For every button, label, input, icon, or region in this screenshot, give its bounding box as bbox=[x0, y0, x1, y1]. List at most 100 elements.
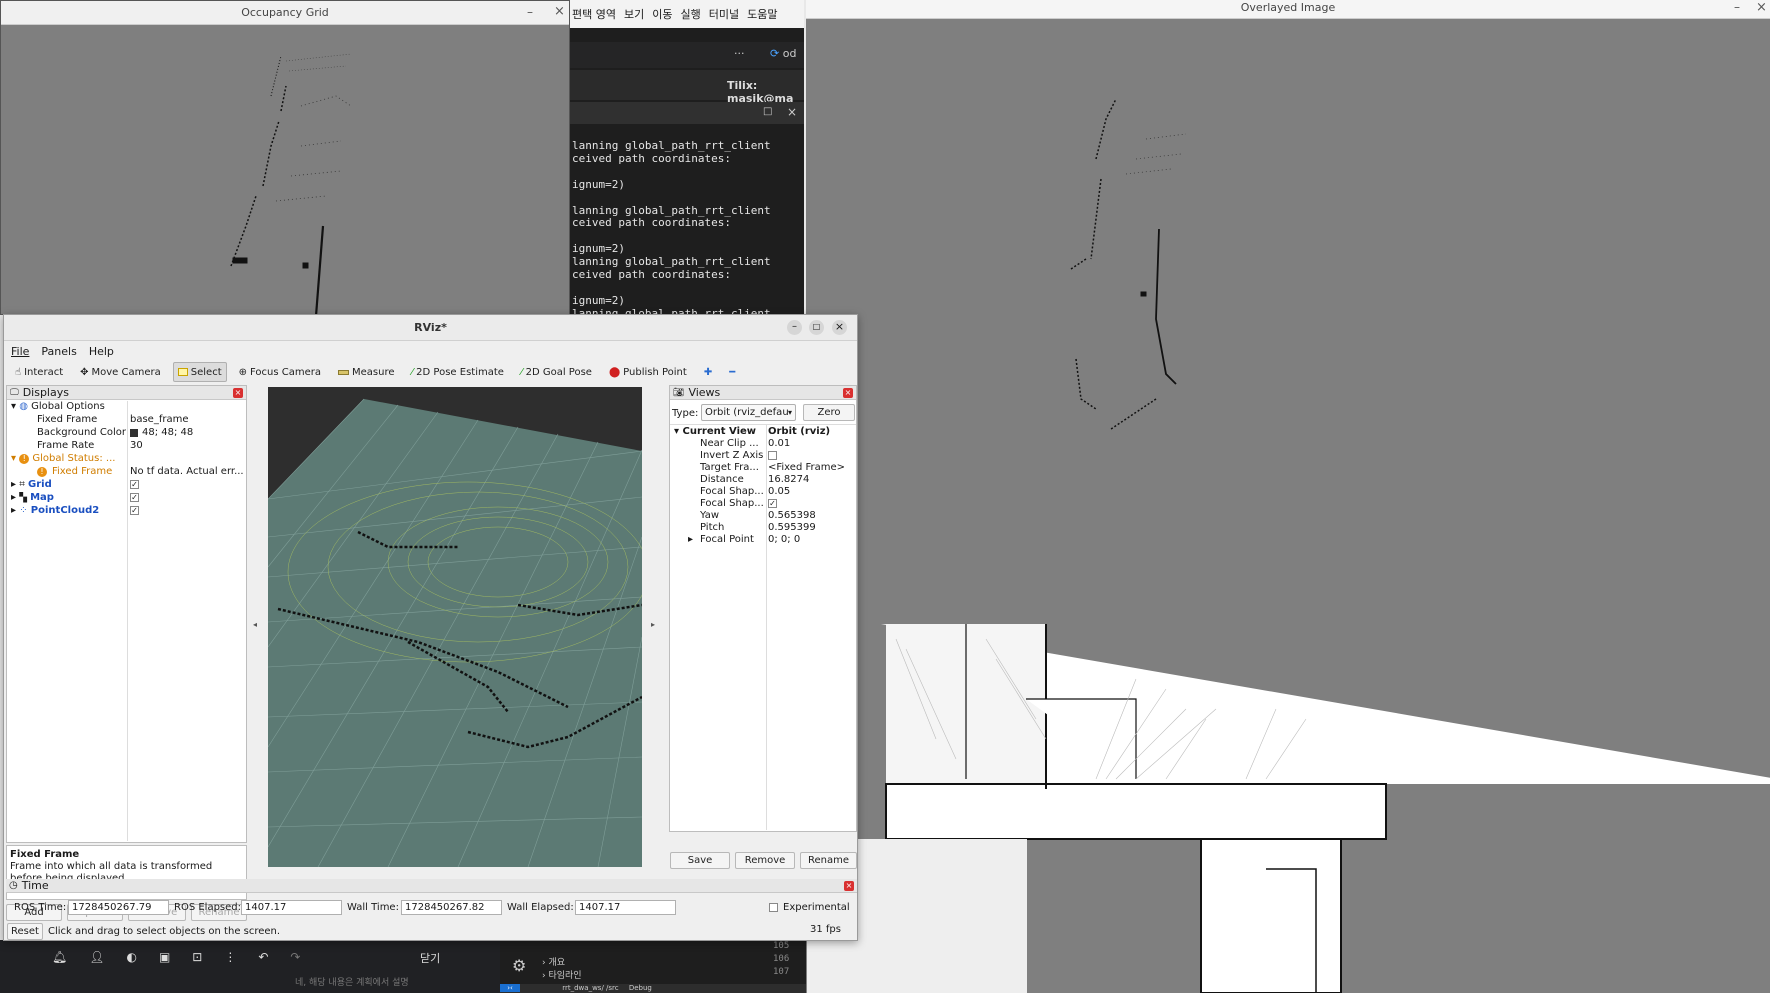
render-viewport[interactable] bbox=[268, 387, 642, 867]
row-value[interactable]: 48; 48; 48 bbox=[142, 427, 193, 439]
close-icon[interactable]: × bbox=[787, 105, 797, 119]
menu-item-run[interactable]: 실행 bbox=[680, 6, 700, 22]
tree-row-background-color[interactable]: Background Color 48; 48; 48 bbox=[7, 427, 246, 439]
close-button[interactable]: × bbox=[1756, 0, 1767, 15]
publish-point-tool[interactable]: ⬤ Publish Point bbox=[604, 362, 692, 382]
image-icon[interactable]: ▣ bbox=[159, 950, 170, 964]
row-value[interactable]: 16.8274 bbox=[768, 474, 809, 486]
redo-icon[interactable]: ↷ bbox=[290, 950, 300, 964]
overlay-titlebar[interactable]: Overlayed Image – × bbox=[806, 0, 1770, 19]
editor-tab[interactable]: ⟳ od bbox=[770, 47, 796, 60]
grid-checkbox[interactable]: ✓ bbox=[130, 480, 139, 489]
row-value[interactable]: <Fixed Frame> bbox=[768, 462, 845, 474]
collapse-left-icon[interactable]: ◂ bbox=[253, 620, 257, 629]
archive-icon[interactable]: ⊡ bbox=[192, 950, 202, 964]
invert-z-checkbox[interactable] bbox=[768, 451, 777, 460]
tree-row-global-status[interactable]: ▾ ! Global Status: ... bbox=[7, 453, 246, 465]
wall-time-field[interactable]: 1728450267.82 bbox=[401, 900, 502, 915]
tree-row-pitch[interactable]: Pitch 0.595399 bbox=[670, 522, 856, 534]
save-view-button[interactable]: Save bbox=[670, 852, 730, 869]
minimize-button[interactable]: – bbox=[787, 320, 802, 335]
menu-help[interactable]: Help bbox=[89, 345, 114, 358]
reset-button[interactable]: Reset bbox=[7, 923, 43, 940]
timeline-item[interactable]: › 타임라인 bbox=[542, 968, 582, 981]
row-value[interactable]: 0.595399 bbox=[768, 522, 816, 534]
tree-row-distance[interactable]: Distance 16.8274 bbox=[670, 474, 856, 486]
occupancy-titlebar[interactable]: Occupancy Grid – × bbox=[1, 1, 569, 25]
add-user-icon[interactable]: 👤︎ bbox=[89, 950, 104, 964]
close-panel-icon[interactable]: × bbox=[233, 387, 243, 398]
select-tool[interactable]: Select bbox=[172, 362, 227, 382]
close-panel-icon[interactable]: × bbox=[844, 880, 854, 891]
minimize-button[interactable]: – bbox=[1734, 0, 1740, 14]
interact-tool[interactable]: ☝ Interact bbox=[10, 362, 68, 382]
goal-pose-tool[interactable]: ⁄ 2D Goal Pose bbox=[516, 362, 597, 382]
row-value[interactable]: 30 bbox=[130, 440, 143, 452]
tree-row-map[interactable]: ▸ ▚ Map ✓ bbox=[7, 492, 246, 504]
more-actions-icon[interactable]: ··· bbox=[734, 47, 745, 60]
tree-row-target-frame[interactable]: Target Fra... <Fixed Frame> bbox=[670, 462, 856, 474]
branch-status[interactable]: rrt_dwa_ws/ /src bbox=[562, 984, 618, 992]
rename-view-button[interactable]: Rename bbox=[800, 852, 857, 869]
palette-icon[interactable]: ◐ bbox=[126, 950, 136, 964]
focal-shape-checkbox[interactable]: ✓ bbox=[768, 499, 777, 508]
remove-tool-button[interactable]: ━ bbox=[724, 362, 740, 382]
row-value[interactable]: 0.05 bbox=[768, 486, 790, 498]
close-note-button[interactable]: 닫기 bbox=[420, 950, 440, 966]
undo-icon[interactable]: ↶ bbox=[258, 950, 268, 964]
color-swatch[interactable] bbox=[130, 429, 138, 437]
menu-item-help[interactable]: 도움말 bbox=[747, 6, 777, 22]
tree-row-focal-point[interactable]: ▸ Focal Point 0; 0; 0 bbox=[670, 534, 856, 546]
remove-view-button[interactable]: Remove bbox=[735, 852, 795, 869]
remote-icon[interactable]: ›‹ bbox=[500, 984, 520, 992]
experimental-checkbox[interactable] bbox=[769, 903, 778, 912]
map-checkbox[interactable]: ✓ bbox=[130, 493, 139, 502]
collapse-right-icon[interactable]: ▸ bbox=[651, 620, 655, 629]
menu-panels[interactable]: Panels bbox=[41, 345, 76, 358]
maximize-icon[interactable]: □ bbox=[763, 106, 772, 117]
ros-elapsed-field[interactable]: 1407.17 bbox=[241, 900, 342, 915]
measure-tool[interactable]: Measure bbox=[333, 362, 400, 382]
menu-item-terminal[interactable]: 터미널 bbox=[709, 6, 739, 22]
row-value[interactable]: base_frame bbox=[130, 414, 189, 426]
menu-item-go[interactable]: 이동 bbox=[652, 6, 672, 22]
debug-status[interactable]: Debug bbox=[629, 984, 652, 992]
expand-icon[interactable]: ▸ bbox=[688, 534, 693, 546]
tree-row-fixed-frame[interactable]: Fixed Frame base_frame bbox=[7, 414, 246, 426]
move-camera-tool[interactable]: ✥ Move Camera bbox=[75, 362, 166, 382]
tree-row-yaw[interactable]: Yaw 0.565398 bbox=[670, 510, 856, 522]
maximize-button[interactable]: □ bbox=[809, 320, 824, 335]
more-vert-icon[interactable]: ⋮ bbox=[224, 950, 236, 964]
pointcloud-checkbox[interactable]: ✓ bbox=[130, 506, 139, 515]
settings-gear-icon[interactable]: ⚙ bbox=[512, 956, 526, 975]
menu-file[interactable]: File bbox=[11, 345, 29, 358]
close-button[interactable]: × bbox=[832, 320, 847, 335]
row-value[interactable]: 0; 0; 0 bbox=[768, 534, 800, 546]
tree-row-invert-z[interactable]: Invert Z Axis bbox=[670, 450, 856, 462]
row-value[interactable]: 0.01 bbox=[768, 438, 790, 450]
tree-row-fixed-frame-status[interactable]: ! Fixed Frame No tf data. Actual err... bbox=[7, 466, 246, 478]
pose-estimate-tool[interactable]: ⁄ 2D Pose Estimate bbox=[407, 362, 509, 382]
ros-time-field[interactable]: 1728450267.79 bbox=[68, 900, 169, 915]
view-type-select[interactable]: Orbit (rviz_defau ▾ bbox=[701, 404, 796, 421]
focus-camera-tool[interactable]: ⊕ Focus Camera bbox=[234, 362, 326, 382]
outline-item[interactable]: › 개요 bbox=[542, 955, 565, 968]
row-value[interactable]: 0.565398 bbox=[768, 510, 816, 522]
tree-row-focal-shape-size[interactable]: Focal Shap... 0.05 bbox=[670, 486, 856, 498]
zero-button[interactable]: Zero bbox=[803, 404, 855, 421]
tree-row-global-options[interactable]: ▾ ◍ Global Options bbox=[7, 401, 246, 413]
tree-row-current-view[interactable]: ▾ Current View Orbit (rviz) bbox=[670, 426, 856, 438]
tree-row-near-clip[interactable]: Near Clip ... 0.01 bbox=[670, 438, 856, 450]
close-button[interactable]: × bbox=[554, 4, 565, 19]
add-tool-button[interactable]: ✚ bbox=[699, 362, 717, 382]
tree-row-focal-shape-fixed[interactable]: Focal Shap... ✓ bbox=[670, 498, 856, 510]
tree-row-pointcloud2[interactable]: ▸ ⁘ PointCloud2 ✓ bbox=[7, 505, 246, 517]
tree-row-frame-rate[interactable]: Frame Rate 30 bbox=[7, 440, 246, 452]
menu-item-selection[interactable]: 편택 영역 bbox=[572, 6, 616, 22]
wall-elapsed-field[interactable]: 1407.17 bbox=[575, 900, 676, 915]
menu-item-view[interactable]: 보기 bbox=[624, 6, 644, 22]
tree-row-grid[interactable]: ▸ ⌗ Grid ✓ bbox=[7, 479, 246, 491]
bell-icon[interactable]: 🔔︎ bbox=[52, 950, 67, 964]
close-panel-icon[interactable]: × bbox=[843, 387, 853, 398]
rviz-titlebar[interactable]: RViz* – □ × bbox=[4, 315, 857, 341]
